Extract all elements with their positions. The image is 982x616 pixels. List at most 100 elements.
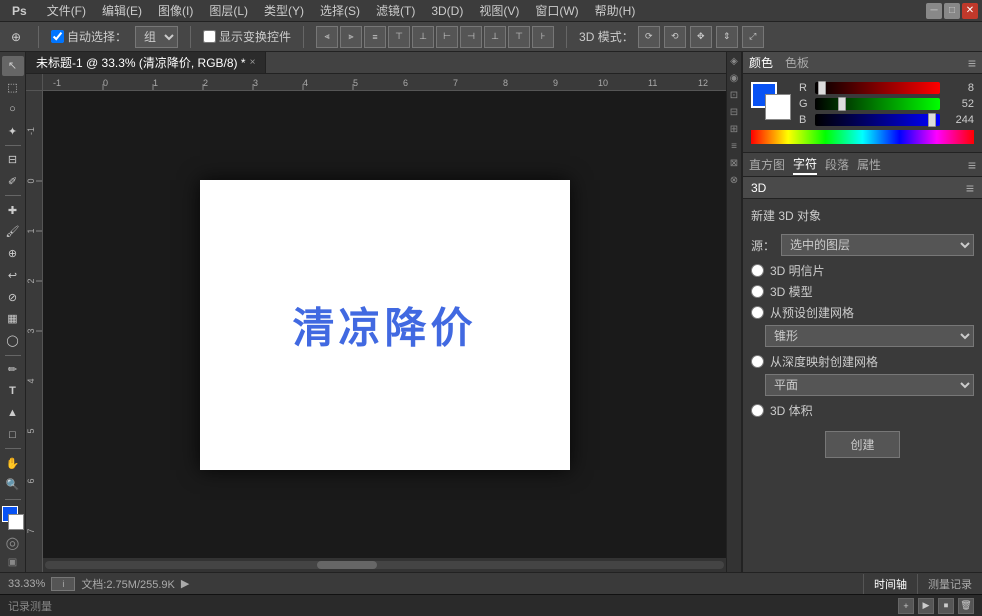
b-thumb[interactable] xyxy=(928,113,936,127)
background-swatch[interactable] xyxy=(765,94,791,120)
menu-filter[interactable]: 滤镜(T) xyxy=(368,0,423,21)
menu-image[interactable]: 图像(I) xyxy=(150,0,201,21)
distribute-4-btn[interactable]: ⊦ xyxy=(532,26,554,48)
strip-btn-3[interactable]: ⊡ xyxy=(730,90,738,101)
minimize-button[interactable]: ─ xyxy=(926,3,942,19)
background-color[interactable] xyxy=(8,514,24,530)
histogram-tab[interactable]: 直方图 xyxy=(749,156,785,173)
strip-btn-7[interactable]: ⊠ xyxy=(730,158,738,169)
auto-select-checkbox[interactable] xyxy=(51,30,64,43)
r-thumb[interactable] xyxy=(818,81,826,95)
volume-radio[interactable] xyxy=(751,404,764,417)
align-center-h-btn[interactable]: ⫸ xyxy=(340,26,362,48)
menu-edit[interactable]: 编辑(E) xyxy=(94,0,150,21)
align-left-btn[interactable]: ⫷ xyxy=(316,26,338,48)
maximize-button[interactable]: □ xyxy=(944,3,960,19)
strip-btn-6[interactable]: ≡ xyxy=(731,141,737,152)
align-bottom-btn[interactable]: ⊢ xyxy=(436,26,458,48)
document-tab[interactable]: 未标题-1 @ 33.3% (清凉降价, RGB/8) * × xyxy=(26,52,266,73)
menu-select[interactable]: 选择(S) xyxy=(312,0,368,21)
crop-tool[interactable]: ⊟ xyxy=(2,150,24,170)
distribute-3-btn[interactable]: ⊤ xyxy=(508,26,530,48)
bottom-btn-1[interactable]: + xyxy=(898,598,914,614)
eyedropper-tool[interactable]: ✐ xyxy=(2,172,24,192)
bottom-btn-4[interactable]: 🗑 xyxy=(958,598,974,614)
measurement-tab[interactable]: 测量记录 xyxy=(918,574,982,594)
quick-select-tool[interactable]: ✦ xyxy=(2,121,24,141)
r-slider[interactable] xyxy=(815,82,940,94)
b-slider[interactable] xyxy=(815,114,940,126)
bottom-btn-2[interactable]: ▶ xyxy=(918,598,934,614)
menu-layer[interactable]: 图层(L) xyxy=(201,0,256,21)
h-scroll-thumb[interactable] xyxy=(317,561,377,569)
show-transform-checkbox[interactable] xyxy=(203,30,216,43)
3d-pan-btn[interactable]: ✥ xyxy=(690,26,712,48)
auto-select-dropdown[interactable]: 组 xyxy=(135,26,178,48)
path-select-tool[interactable]: ▲ xyxy=(2,403,24,423)
swatches-tab[interactable]: 色板 xyxy=(785,54,809,71)
h-scrollbar[interactable] xyxy=(43,558,726,572)
clone-tool[interactable]: ⊕ xyxy=(2,244,24,264)
heal-tool[interactable]: ✚ xyxy=(2,200,24,220)
3d-panel-menu[interactable]: ≡ xyxy=(966,180,974,196)
canvas-scroll[interactable]: 清凉降价 xyxy=(43,91,726,558)
bottom-btn-3[interactable]: ⏹ xyxy=(938,598,954,614)
strip-btn-4[interactable]: ⊟ xyxy=(730,107,738,118)
create-button[interactable]: 创建 xyxy=(825,431,899,458)
eraser-tool[interactable]: ⊘ xyxy=(2,287,24,307)
timeline-tab[interactable]: 时间轴 xyxy=(864,574,918,594)
strip-btn-8[interactable]: ⊗ xyxy=(730,175,738,186)
pen-tool[interactable]: ✏ xyxy=(2,359,24,379)
g-thumb[interactable] xyxy=(838,97,846,111)
properties-tab[interactable]: 属性 xyxy=(857,156,881,173)
mesh-depth-radio[interactable] xyxy=(751,355,764,368)
shape-tool[interactable]: □ xyxy=(2,425,24,445)
align-top-btn[interactable]: ⊤ xyxy=(388,26,410,48)
align-middle-v-btn[interactable]: ⊥ xyxy=(412,26,434,48)
marquee-tool[interactable]: ⬚ xyxy=(2,78,24,98)
menu-view[interactable]: 视图(V) xyxy=(471,0,527,21)
source-dropdown[interactable]: 选中的图层 xyxy=(781,234,974,256)
model-label[interactable]: 3D 模型 xyxy=(770,283,813,300)
3d-slide-btn[interactable]: ⇕ xyxy=(716,26,738,48)
panel-tabs-menu[interactable]: ≡ xyxy=(968,157,976,173)
mesh-type-dropdown[interactable]: 锥形 xyxy=(765,325,974,347)
tab-close-btn[interactable]: × xyxy=(250,57,256,68)
g-slider[interactable] xyxy=(815,98,940,110)
volume-label[interactable]: 3D 体积 xyxy=(770,402,813,419)
brush-tool[interactable]: 🖌 xyxy=(2,222,24,242)
menu-help[interactable]: 帮助(H) xyxy=(587,0,644,21)
dodge-tool[interactable]: ◯ xyxy=(2,331,24,351)
mesh-preset-label[interactable]: 从预设创建网格 xyxy=(770,304,854,321)
menu-window[interactable]: 窗口(W) xyxy=(527,0,586,21)
strip-btn-1[interactable]: ◈ xyxy=(730,56,738,67)
quick-mask-btn[interactable]: ◎ xyxy=(6,533,20,553)
paragraph-tab[interactable]: 段落 xyxy=(825,156,849,173)
color-panel-menu[interactable]: ≡ xyxy=(968,55,976,71)
mesh-preset-radio[interactable] xyxy=(751,306,764,319)
3d-roll-btn[interactable]: ⟲ xyxy=(664,26,686,48)
lasso-tool[interactable]: ○ xyxy=(2,100,24,120)
3d-rotate-btn[interactable]: ⟳ xyxy=(638,26,660,48)
zoom-tool[interactable]: 🔍 xyxy=(2,475,24,495)
color-tab[interactable]: 颜色 xyxy=(749,54,773,71)
screen-mode-btn[interactable]: ▣ xyxy=(8,557,17,568)
text-tool[interactable]: T xyxy=(2,381,24,401)
menu-3d[interactable]: 3D(D) xyxy=(423,2,471,20)
postcard-radio[interactable] xyxy=(751,264,764,277)
character-tab[interactable]: 字符 xyxy=(793,155,817,175)
zoom-info-btn[interactable]: i xyxy=(51,577,75,591)
mesh-depth-label[interactable]: 从深度映射创建网格 xyxy=(770,353,878,370)
distribute-2-btn[interactable]: ⊥ xyxy=(484,26,506,48)
gradient-tool[interactable]: ▦ xyxy=(2,309,24,329)
close-button[interactable]: ✕ xyxy=(962,3,978,19)
model-radio[interactable] xyxy=(751,285,764,298)
menu-file[interactable]: 文件(F) xyxy=(39,0,94,21)
align-right-btn[interactable]: ≡ xyxy=(364,26,386,48)
depth-type-dropdown[interactable]: 平面 xyxy=(765,374,974,396)
postcard-label[interactable]: 3D 明信片 xyxy=(770,262,825,279)
color-spectrum[interactable] xyxy=(751,130,974,144)
hand-tool[interactable]: ✋ xyxy=(2,453,24,473)
move-tool[interactable]: ↖ xyxy=(2,56,24,76)
3d-scale-btn[interactable]: ⤢ xyxy=(742,26,764,48)
